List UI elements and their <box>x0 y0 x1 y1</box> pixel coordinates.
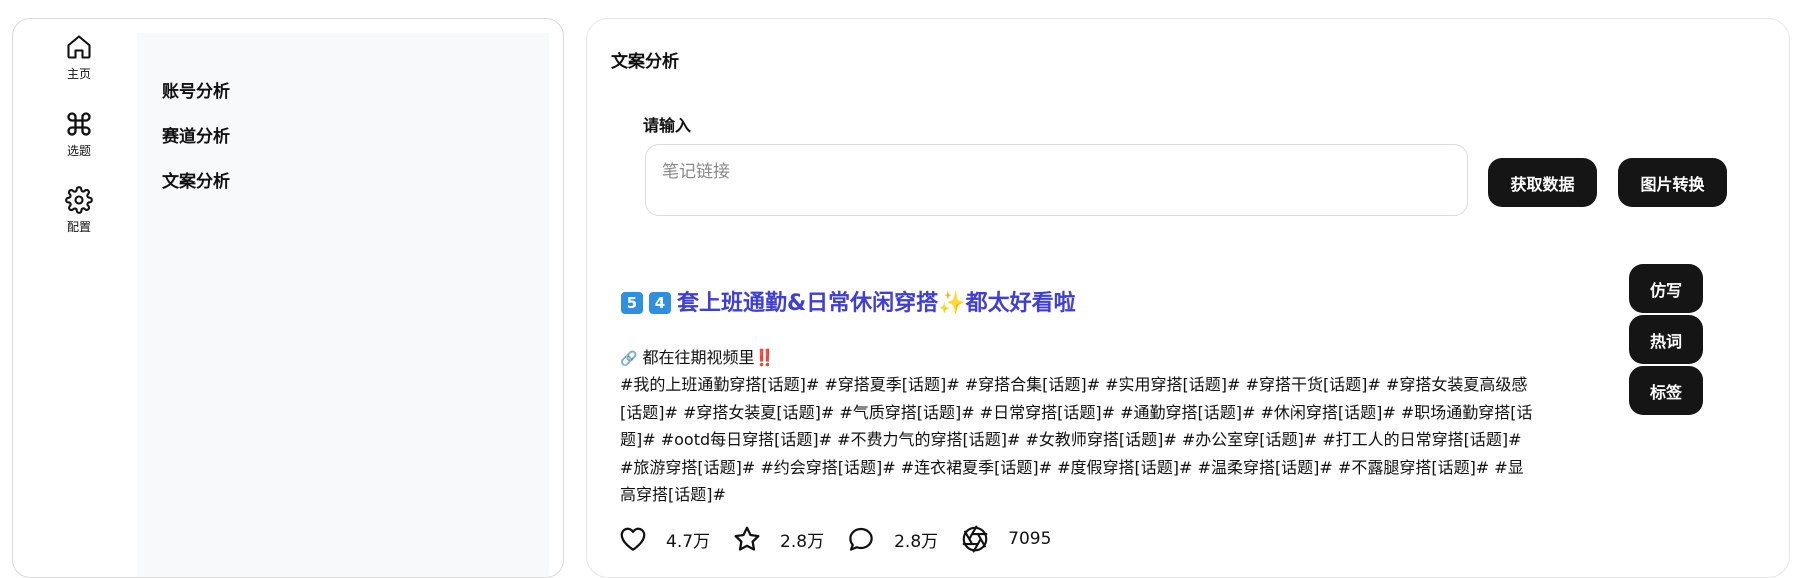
sparkles-icon: ✨ <box>938 291 966 316</box>
submenu-item-copy-analysis[interactable]: 文案分析 <box>162 167 230 192</box>
comments-count: 2.8万 <box>894 531 939 552</box>
comment-icon[interactable] <box>846 524 876 554</box>
submenu-item-track-analysis[interactable]: 赛道分析 <box>162 122 230 147</box>
gear-icon <box>65 186 93 214</box>
note-subline: 🔗 都在往期视频里‼️ <box>620 344 774 368</box>
likes-count: 4.7万 <box>666 531 711 552</box>
note-link-input[interactable] <box>645 144 1468 216</box>
fetch-data-button[interactable]: 获取数据 <box>1488 158 1597 207</box>
link-icon: 🔗 <box>620 351 638 367</box>
rail-label-home: 主页 <box>66 67 91 81</box>
page-title: 文案分析 <box>611 52 679 72</box>
collects-count: 2.8万 <box>780 531 825 552</box>
tags-button[interactable]: 标签 <box>1629 366 1703 415</box>
note-title-text: 套上班通勤&日常休闲穿搭 <box>677 291 939 316</box>
input-label: 请输入 <box>643 116 692 135</box>
submenu: 账号分析 赛道分析 文案分析 <box>137 33 549 577</box>
main-panel: 文案分析 请输入 获取数据 图片转换 54套上班通勤&日常休闲穿搭✨都太好看啦 … <box>586 18 1790 578</box>
number-badge: 4 <box>649 292 671 314</box>
command-icon <box>67 112 91 136</box>
heart-icon[interactable] <box>618 524 648 554</box>
rail-item-topics[interactable]: 选题 <box>13 110 145 159</box>
note-title: 5 4 套上班通勤&日常休闲穿搭✨都太好看啦 <box>621 285 1076 317</box>
shares-count: 7095 <box>1008 529 1052 549</box>
number-badge: 5 <box>621 292 643 314</box>
sidebar-panel: 主页 选题 配置 账号分析 赛道分析 文案分析 <box>12 18 564 578</box>
hot-words-button[interactable]: 热词 <box>1629 315 1703 364</box>
home-icon <box>67 35 91 59</box>
aperture-icon[interactable] <box>960 524 990 554</box>
star-icon[interactable] <box>732 524 762 554</box>
rail-item-settings[interactable]: 配置 <box>13 186 145 235</box>
note-stats: 4.7万 2.8万 2.8万 7095 <box>618 523 1073 555</box>
image-convert-button[interactable]: 图片转换 <box>1618 158 1727 207</box>
double-exclamation-icon: ‼️ <box>754 348 775 367</box>
icon-rail: 主页 选题 配置 <box>13 19 137 577</box>
submenu-item-account-analysis[interactable]: 账号分析 <box>162 77 230 102</box>
note-subline-text: 都在往期视频里 <box>642 348 755 367</box>
rewrite-button[interactable]: 仿写 <box>1629 264 1703 313</box>
note-body: #我的上班通勤穿搭[话题]# #穿搭夏季[话题]# #穿搭合集[话题]# #实用… <box>620 375 1533 504</box>
rail-label-topics: 选题 <box>66 144 91 158</box>
rail-label-settings: 配置 <box>66 220 91 234</box>
note-title-end: 都太好看啦 <box>965 291 1076 316</box>
rail-item-home[interactable]: 主页 <box>13 33 145 82</box>
